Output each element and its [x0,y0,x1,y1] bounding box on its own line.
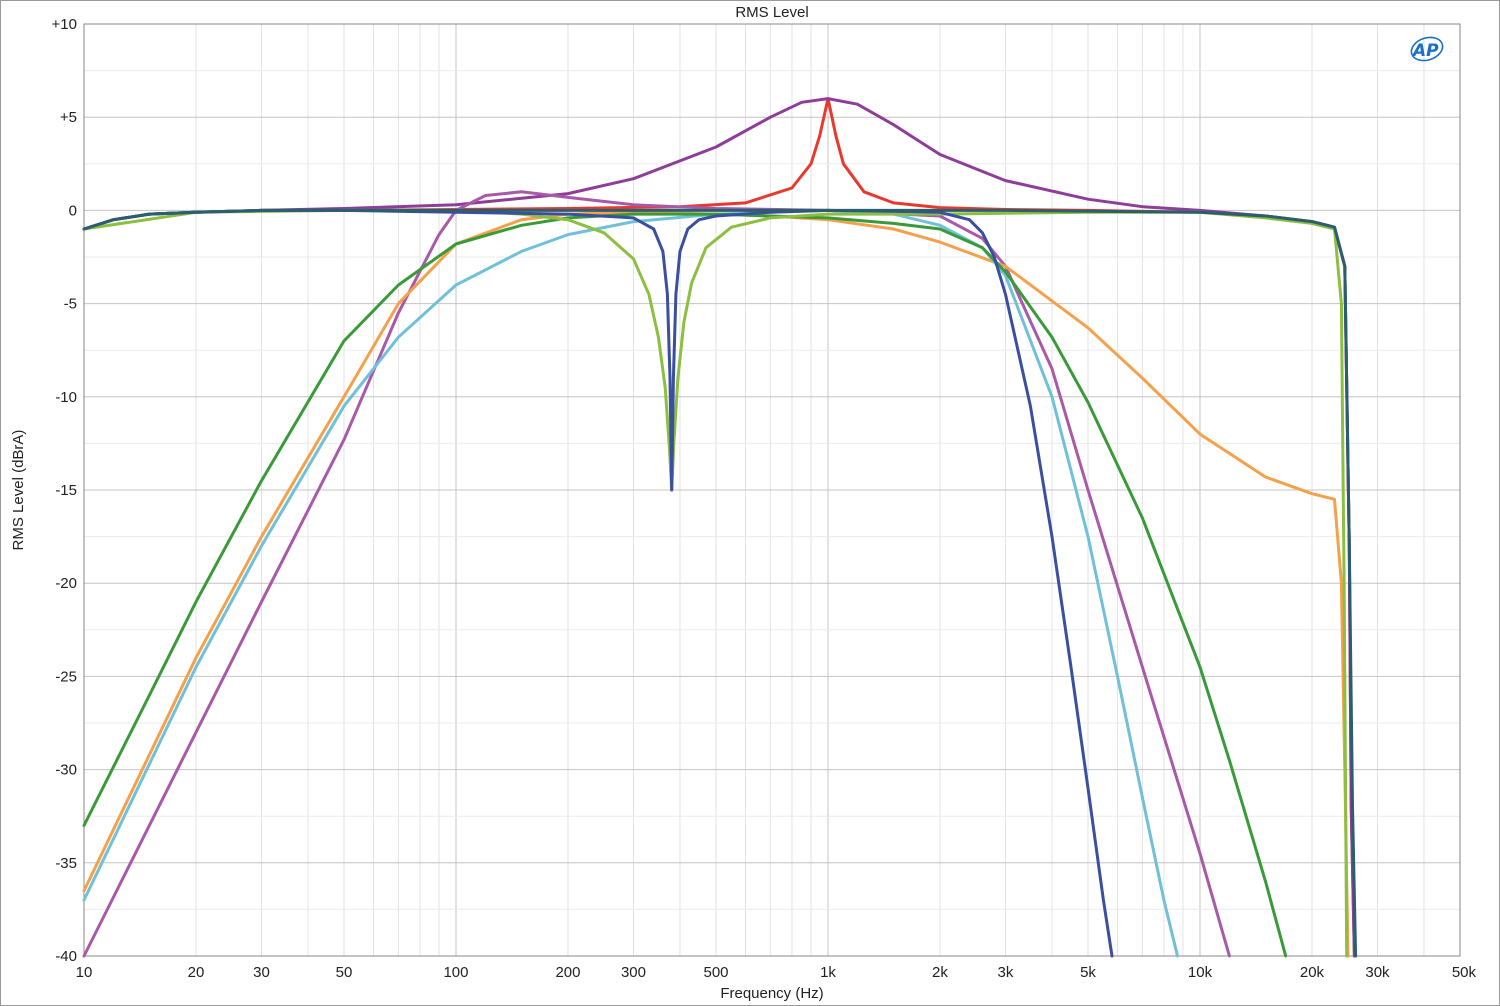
x-tick-label: 20 [188,964,205,981]
x-tick-label: 200 [555,964,580,981]
x-tick-label: 5k [1080,964,1096,981]
x-tick-labels: 10 20 30 50 100 200 300 500 1k 2k 3k 5k 10k 20k 30k 50k [76,964,1477,981]
y-tick-label: -30 [55,762,77,779]
x-tick-label: 100 [443,964,468,981]
x-tick-label: 300 [621,964,646,981]
x-tick-label: 20k [1300,964,1325,981]
y-tick-label: -40 [55,948,77,965]
rms-level-chart: +10+50-5-10-15-20-25-30-35-40 10 20 30 50 10… [10,4,1477,1002]
y-tick-label: 0 [69,202,77,219]
x-tick-label: 30k [1365,964,1390,981]
x-tick-label: 30 [253,964,270,981]
y-tick-label: -5 [64,296,77,313]
x-tick-label: 10k [1188,964,1213,981]
x-tick-label: 50 [336,964,353,981]
y-tick-label: -25 [55,668,77,685]
x-axis-label: Frequency (Hz) [720,985,823,1002]
y-tick-label: +10 [52,16,77,33]
y-axis-label: RMS Level (dBrA) [10,430,27,551]
y-tick-labels: +10 +5 0 -5 -10 -15 -20 -25 -30 -35 -40 [52,16,77,965]
x-tick-label: 500 [703,964,728,981]
y-tick-label: -35 [55,855,77,872]
chart-frame: +10 +5 0 -5 -10 -15 -20 -25 -30 -35 -40 10 20 30 50 10… [0,0,1500,1006]
y-tick-label: -15 [55,482,77,499]
y-tick-label: -10 [55,389,77,406]
y-tick-label: +5 [60,109,77,126]
y-tick-label: -20 [55,575,77,592]
x-tick-label: 3k [998,964,1014,981]
x-tick-label: 50k [1452,964,1477,981]
x-tick-label: 2k [932,964,948,981]
ap-logo-text: AP [1411,41,1439,61]
x-tick-label: 1k [820,964,836,981]
chart-title: RMS Level [735,4,808,21]
x-tick-label: 10 [76,964,93,981]
